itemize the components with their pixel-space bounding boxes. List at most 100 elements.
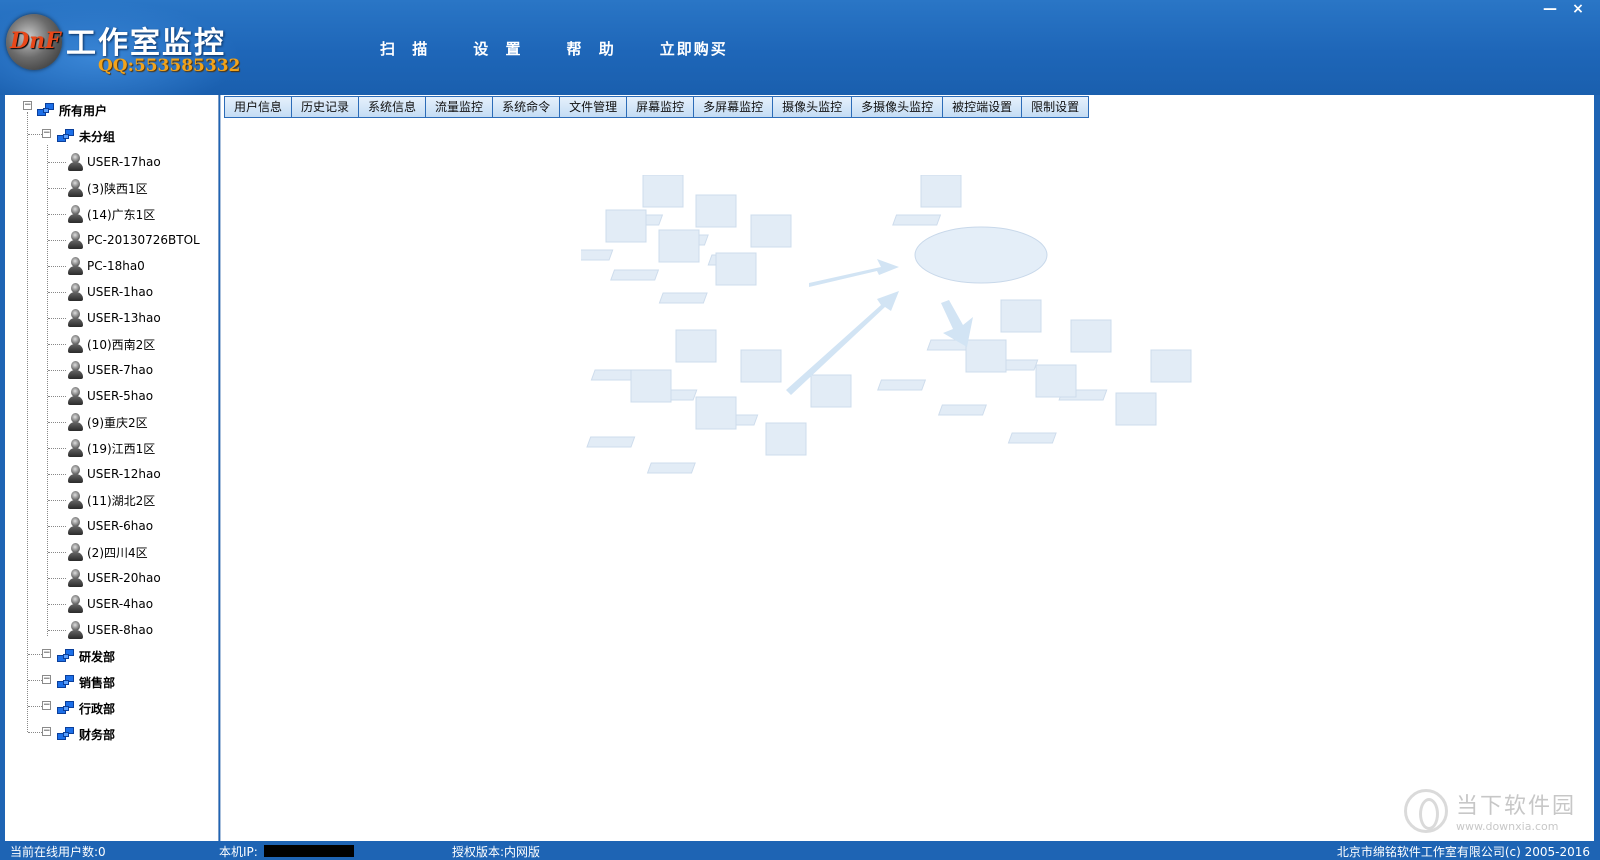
logo-emblem: DnF [6, 14, 62, 70]
tree-connector-line [48, 552, 66, 553]
user-avatar-icon [67, 438, 83, 458]
tree-node-label: USER-7hao [87, 363, 154, 377]
tree-user-node[interactable]: (11)湖北2区 [67, 489, 155, 511]
window-controls: — × [1536, 0, 1592, 20]
user-avatar-icon [67, 464, 83, 484]
menu-scan[interactable]: 扫 描 [380, 38, 433, 59]
tree-expander-icon[interactable]: − [42, 701, 51, 710]
function-tab[interactable]: 限制设置 [1021, 96, 1090, 118]
tree-node-label: 行政部 [79, 701, 116, 716]
computer-icon [581, 209, 647, 261]
function-tab[interactable]: 多屏幕监控 [693, 96, 773, 118]
tree-group-node[interactable]: 财务部 [57, 723, 115, 745]
function-tab[interactable]: 流量监控 [425, 96, 493, 118]
tree-user-node[interactable]: (14)广东1区 [67, 203, 155, 225]
tree-user-node[interactable]: USER-8hao [67, 619, 153, 641]
tree-user-node[interactable]: USER-1hao [67, 281, 153, 303]
tree-group-node[interactable]: 未分组 [57, 125, 115, 147]
function-tab[interactable]: 文件管理 [559, 96, 627, 118]
tree-group-node[interactable]: 销售部 [57, 671, 115, 693]
tree-node-label: PC-20130726BTOL [87, 233, 200, 247]
tree-expander-icon[interactable]: − [42, 727, 51, 736]
status-bar: 当前在线用户数:0 本机IP: 授权版本:内网版 北京市绵铭软件工作室有限公司(… [0, 841, 1600, 860]
tree-connector-line [48, 500, 66, 501]
tree-node-label: 财务部 [79, 727, 116, 742]
user-avatar-icon [67, 256, 83, 276]
copyright-text: 北京市绵铭软件工作室有限公司(c) 2005-2016 [1336, 845, 1590, 859]
tree-node-label: (19)江西1区 [87, 441, 156, 456]
function-tab[interactable]: 摄像头监控 [772, 96, 852, 118]
function-tab[interactable]: 多摄像头监控 [851, 96, 943, 118]
tree-group-node[interactable]: 行政部 [57, 697, 115, 719]
tree-node-label: 所有用户 [59, 103, 108, 118]
close-button[interactable]: × [1564, 0, 1592, 20]
tree-expander-icon[interactable]: − [42, 675, 51, 684]
tree-user-node[interactable]: (2)四川4区 [67, 541, 148, 563]
tree-user-node[interactable]: (10)西南2区 [67, 333, 155, 355]
user-avatar-icon [67, 204, 83, 224]
main-menu: 扫 描 设 置 帮 助 立即购买 [380, 38, 768, 59]
tree-connector-line [48, 526, 66, 527]
tree-user-node[interactable]: PC-20130726BTOL [67, 229, 200, 251]
tree-expander-icon[interactable]: − [42, 129, 51, 138]
tree-connector-line [48, 188, 66, 189]
tree-connector-line [28, 706, 42, 707]
tree-user-node[interactable]: USER-4hao [67, 593, 153, 615]
tree-group-node[interactable]: 研发部 [57, 645, 115, 667]
tree-user-node[interactable]: USER-6hao [67, 515, 153, 537]
tree-user-node[interactable]: (19)江西1区 [67, 437, 155, 459]
function-tab-bar: 用户信息 历史记录 系统信息 流量监控 系统命令 文件管理 屏幕监控 多屏幕监控 摄像头监控 多摄… [224, 96, 1090, 118]
computer-icon [646, 422, 807, 474]
title-bar: DnF 工作室监控 QQ:553585332 扫 描 设 置 帮 助 立即购买 … [0, 0, 1600, 95]
tree-user-node[interactable]: USER-5hao [67, 385, 153, 407]
tree-user-node[interactable]: USER-12hao [67, 463, 161, 485]
tree-user-node[interactable]: PC-18ha0 [67, 255, 145, 277]
tree-node-label: USER-5hao [87, 389, 154, 403]
tree-connector-line [28, 134, 42, 135]
tree-root-all-users[interactable]: 所有用户 [37, 99, 107, 121]
tree-expander-icon[interactable]: − [42, 649, 51, 658]
tree-connector-line [27, 112, 28, 732]
user-avatar-icon [67, 516, 83, 536]
tree-connector-line [28, 680, 42, 681]
tree-connector-line [48, 604, 66, 605]
menu-settings[interactable]: 设 置 [473, 38, 526, 59]
watermark-logo-icon [1403, 788, 1448, 833]
user-avatar-icon [67, 542, 83, 562]
tree-node-label: 销售部 [79, 675, 116, 690]
function-tab[interactable]: 被控端设置 [942, 96, 1022, 118]
tree-node-label: USER-4hao [87, 597, 154, 611]
function-tab[interactable]: 系统命令 [492, 96, 560, 118]
minimize-button[interactable]: — [1536, 0, 1564, 20]
function-tab[interactable]: 系统信息 [358, 96, 426, 118]
menu-help[interactable]: 帮 助 [566, 38, 619, 59]
online-user-count: 当前在线用户数:0 [10, 845, 106, 859]
tree-connector-line [48, 370, 66, 371]
tree-user-node[interactable]: (3)陕西1区 [67, 177, 148, 199]
user-avatar-icon [67, 412, 83, 432]
tree-node-label: (3)陕西1区 [87, 181, 148, 196]
function-tab[interactable]: 屏幕监控 [626, 96, 694, 118]
tree-connector-line [47, 145, 48, 636]
tree-connector-line [48, 162, 66, 163]
tree-node-label: (10)西南2区 [87, 337, 156, 352]
tree-user-node[interactable]: USER-17hao [67, 151, 161, 173]
tree-expander-icon[interactable]: − [23, 101, 32, 110]
tree-user-node[interactable]: USER-7hao [67, 359, 153, 381]
user-avatar-icon [67, 178, 83, 198]
tree-user-node[interactable]: USER-13hao [67, 307, 161, 329]
tree-user-node[interactable]: (9)重庆2区 [67, 411, 148, 433]
tree-connector-line [28, 732, 42, 733]
computer-group-icon [57, 674, 75, 690]
user-avatar-icon [67, 594, 83, 614]
server-platform [914, 226, 1048, 284]
menu-buy-now[interactable]: 立即购买 [660, 38, 728, 59]
local-ip-label: 本机IP: [219, 845, 258, 859]
content-panel: 用户信息 历史记录 系统信息 流量监控 系统命令 文件管理 屏幕监控 多屏幕监控 摄像头监控 多摄… [220, 95, 1594, 841]
tree-node-label: USER-20hao [87, 571, 161, 585]
app-qq-contact: QQ:553585332 [98, 56, 241, 76]
computer-icon [937, 364, 1077, 416]
tree-user-node[interactable]: USER-20hao [67, 567, 161, 589]
function-tab[interactable]: 历史记录 [291, 96, 359, 118]
function-tab[interactable]: 用户信息 [224, 96, 292, 118]
